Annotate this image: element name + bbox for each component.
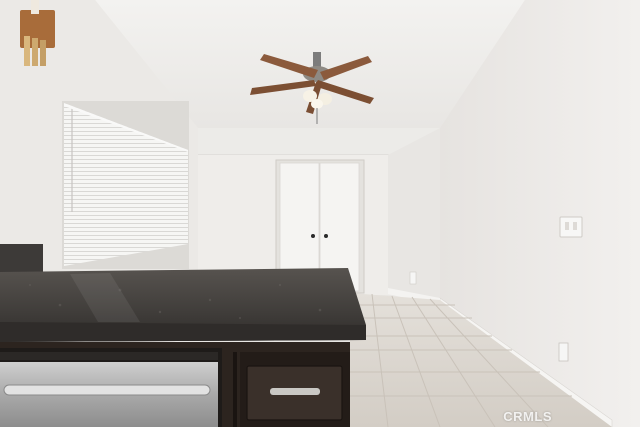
light-switch [559, 216, 583, 238]
dishwasher-handle [3, 384, 211, 396]
backsplash [0, 244, 43, 274]
door-knob-right [324, 234, 328, 238]
listing-photo: CRMLS [0, 0, 640, 427]
room-illustration [0, 0, 640, 427]
drawer-handle [270, 388, 320, 395]
outlet-right [558, 342, 569, 362]
door-knob-left [311, 234, 315, 238]
outlet-back [409, 271, 417, 285]
watermark-text: CRMLS [503, 409, 552, 424]
